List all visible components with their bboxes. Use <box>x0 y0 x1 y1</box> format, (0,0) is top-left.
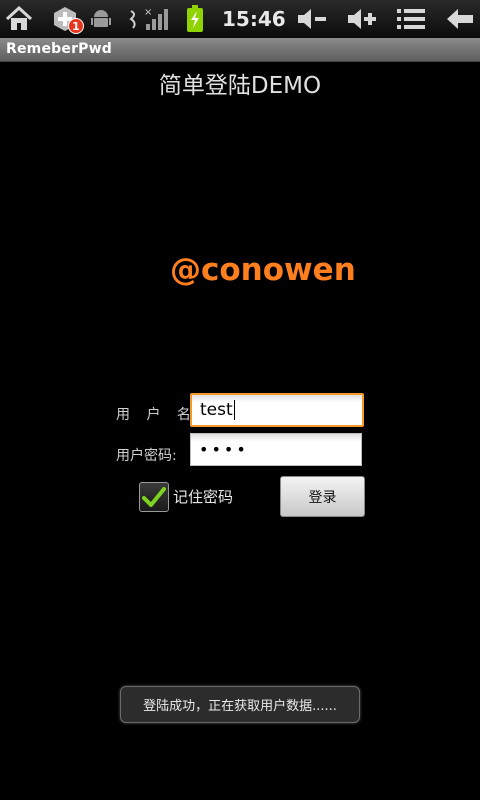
notification-badge: 1 <box>68 18 84 34</box>
volume-down-icon[interactable] <box>294 4 330 34</box>
battery-charging-icon <box>184 4 206 34</box>
clock: 15:46 <box>222 7 286 31</box>
remember-password-checkbox[interactable] <box>139 482 169 512</box>
checkmark-icon <box>142 487 166 507</box>
password-value: •••• <box>199 440 249 459</box>
android-debug-icon <box>90 4 112 34</box>
home-icon[interactable] <box>4 4 34 34</box>
username-value: test <box>200 400 233 420</box>
signal-icon: × <box>142 4 170 34</box>
text-caret <box>233 400 235 420</box>
app-title-bar: RemeberPwd <box>0 38 480 62</box>
remember-password-label[interactable]: 记住密码 <box>173 486 233 507</box>
app-title: RemeberPwd <box>6 41 112 57</box>
username-input[interactable]: test <box>190 393 364 427</box>
svg-text:×: × <box>144 7 152 18</box>
menu-icon[interactable] <box>394 4 428 34</box>
password-input[interactable]: •••• <box>190 433 362 466</box>
login-button[interactable]: 登录 <box>280 476 365 517</box>
toast-message: 登陆成功，正在获取用户数据...... <box>120 686 360 723</box>
password-label: 用户密码: <box>116 448 177 464</box>
back-icon[interactable] <box>444 4 476 34</box>
status-bar: 1 × 15:46 <box>0 0 480 38</box>
author-brand: @conowen <box>170 252 356 288</box>
page-title: 简单登陆DEMO <box>158 73 322 99</box>
usb-icon <box>126 4 142 34</box>
add-notification-icon[interactable]: 1 <box>50 4 84 34</box>
volume-up-icon[interactable] <box>344 4 380 34</box>
